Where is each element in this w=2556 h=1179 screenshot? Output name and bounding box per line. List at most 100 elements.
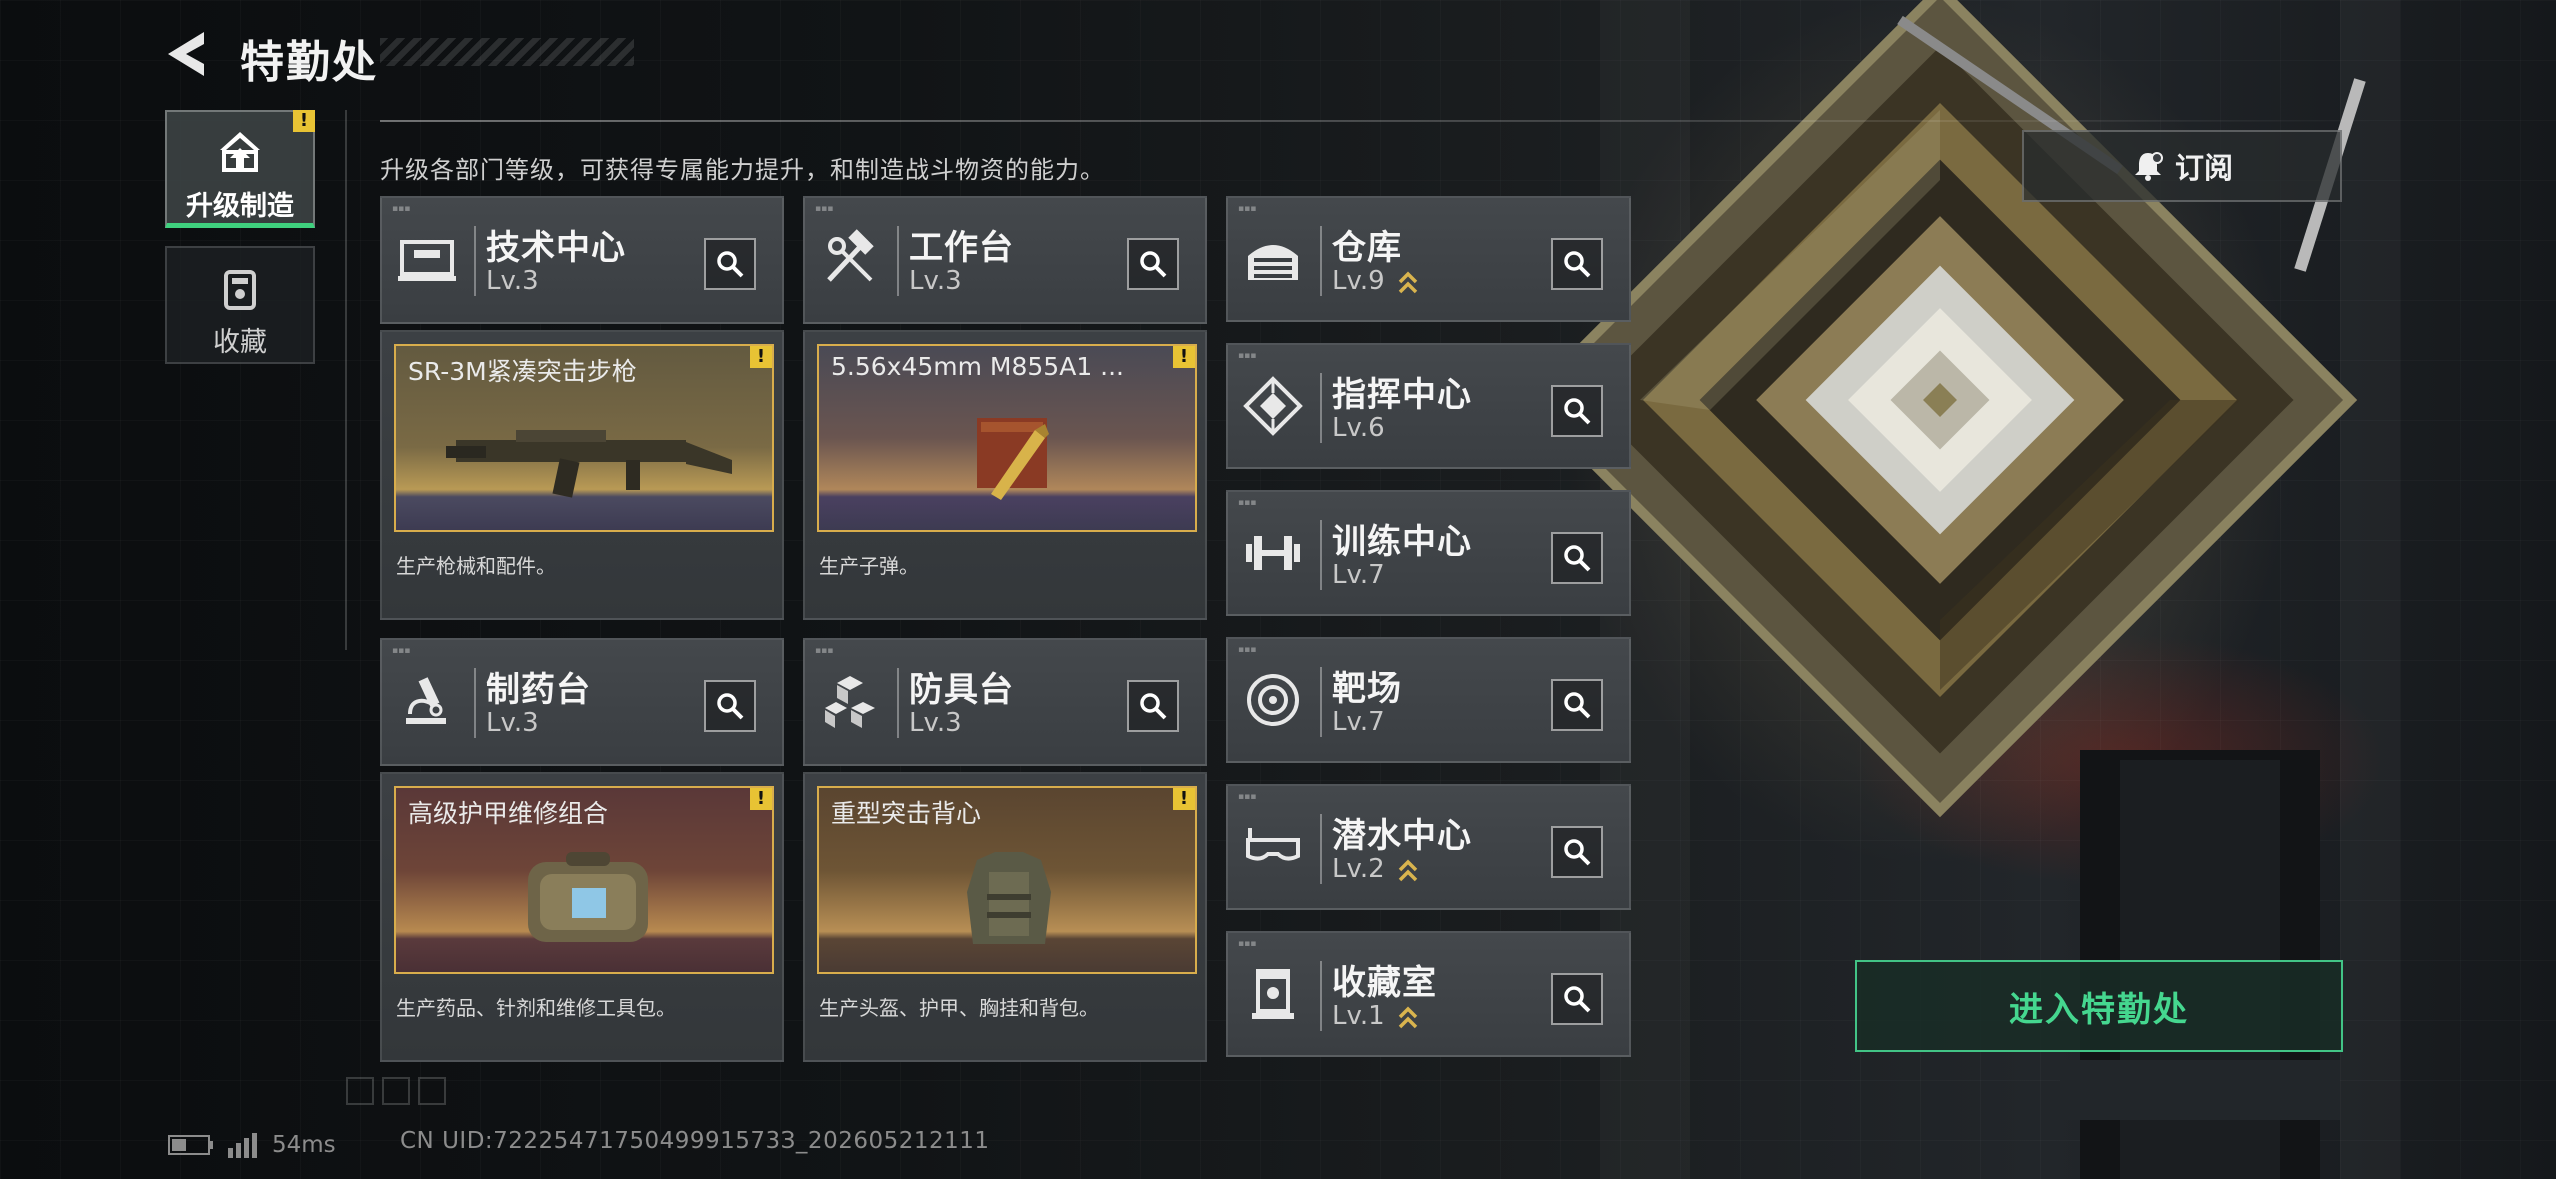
signal-icon <box>228 1133 257 1158</box>
search-button[interactable] <box>1127 238 1179 290</box>
production-panel-tech-center: SR-3M紧凑突击步枪 ! 生产枪械和配件。 <box>380 330 784 620</box>
facility-name: 训练中心 <box>1332 522 1472 562</box>
facility-level: Lv.2 <box>1332 854 1385 884</box>
facility-name: 工作台 <box>909 228 1014 268</box>
card-mark: ▪▪▪ <box>815 204 834 214</box>
card-divider <box>474 226 476 296</box>
facility-card-tech-center[interactable]: ▪▪▪ 技术中心 Lv.3 <box>380 196 784 324</box>
search-button[interactable] <box>1551 679 1603 731</box>
search-button[interactable] <box>1551 532 1603 584</box>
card-divider <box>897 226 899 296</box>
production-panel-pharmacy: 高级护甲维修组合 ! 生产药品、针剂和维修工具包。 <box>380 772 784 1062</box>
enter-special-ops-button[interactable]: 进入特勤处 <box>1855 960 2343 1052</box>
upgrade-icon <box>220 132 260 172</box>
card-mark: ▪▪▪ <box>1238 645 1257 655</box>
facility-level: Lv.7 <box>1332 560 1385 590</box>
facility-card-armor-bench[interactable]: ▪▪▪ 防具台 Lv.3 <box>803 638 1207 766</box>
card-mark: ▪▪▪ <box>392 204 411 214</box>
search-button[interactable] <box>1551 238 1603 290</box>
search-icon <box>1564 545 1591 572</box>
search-icon <box>1564 986 1591 1013</box>
card-divider <box>1320 226 1322 296</box>
warehouse-icon <box>1248 245 1298 280</box>
page-description: 升级各部门等级，可获得专属能力提升，和制造战斗物资的能力。 <box>380 156 1105 184</box>
facility-card-collection-room[interactable]: ▪▪▪ 收藏室 Lv.1 <box>1226 931 1631 1057</box>
production-item-tech-center[interactable]: SR-3M紧凑突击步枪 ! <box>394 344 774 532</box>
search-icon <box>1564 398 1591 425</box>
facility-level: Lv.6 <box>1332 413 1385 443</box>
search-button[interactable] <box>1127 680 1179 732</box>
production-description: 生产药品、针剂和维修工具包。 <box>396 996 676 1020</box>
facility-card-training-center[interactable]: ▪▪▪ 训练中心 Lv.7 <box>1226 490 1631 616</box>
search-button[interactable] <box>1551 973 1603 1025</box>
tab-upgrade-craft[interactable]: 升级制造 ! <box>165 110 315 228</box>
subscribe-label: 订阅 <box>2174 151 2233 185</box>
armor-blocks-icon <box>825 676 875 728</box>
ammo-box-image <box>977 418 1049 500</box>
production-item-armor-bench[interactable]: 重型突击背心 ! <box>817 786 1197 974</box>
production-alert-badge: ! <box>1173 346 1195 368</box>
production-panel-armor-bench: 重型突击背心 ! 生产头盔、护甲、胸挂和背包。 <box>803 772 1207 1062</box>
facility-name: 靶场 <box>1332 669 1402 709</box>
facility-level: Lv.3 <box>909 266 962 296</box>
production-description: 生产枪械和配件。 <box>396 554 556 578</box>
production-item-name: 高级护甲维修组合 <box>408 799 609 828</box>
facility-name: 防具台 <box>909 670 1014 710</box>
microscope-icon <box>406 677 446 724</box>
facility-level: Lv.1 <box>1332 1001 1385 1031</box>
production-panel-workbench: 5.56x45mm M855A1 ... ! 生产子弹。 <box>803 330 1207 620</box>
back-button[interactable] <box>160 26 220 82</box>
rifle-image <box>446 430 732 498</box>
production-item-name: 重型突击背心 <box>831 799 982 828</box>
facility-card-diving-center[interactable]: ▪▪▪ 潜水中心 Lv.2 <box>1226 784 1631 910</box>
search-button[interactable] <box>1551 826 1603 878</box>
command-center-icon <box>1243 376 1303 436</box>
upgrade-arrows-icon <box>1398 271 1418 294</box>
target-icon <box>1247 674 1299 726</box>
production-item-workbench[interactable]: 5.56x45mm M855A1 ... ! <box>817 344 1197 532</box>
vest-image <box>967 852 1051 944</box>
facility-name: 收藏室 <box>1332 963 1437 1003</box>
hammer-wrench-icon <box>827 229 874 282</box>
card-mark: ▪▪▪ <box>1238 939 1257 949</box>
tab-collection[interactable]: 收藏 <box>165 246 315 364</box>
facility-card-pharmacy[interactable]: ▪▪▪ 制药台 Lv.3 <box>380 638 784 766</box>
search-button[interactable] <box>704 238 756 290</box>
search-icon <box>717 251 744 278</box>
card-mark: ▪▪▪ <box>1238 792 1257 802</box>
production-alert-badge: ! <box>750 346 772 368</box>
facility-level: Lv.9 <box>1332 266 1385 296</box>
facility-name: 潜水中心 <box>1332 816 1472 856</box>
card-divider <box>1320 961 1322 1031</box>
facility-level: Lv.3 <box>486 266 539 296</box>
card-divider <box>897 668 899 738</box>
subscribe-button[interactable]: 订阅 <box>2022 130 2342 202</box>
tech-center-icon <box>398 240 456 281</box>
ping-value: 54ms <box>272 1132 336 1158</box>
facility-card-shooting-range[interactable]: ▪▪▪ 靶场 Lv.7 <box>1226 637 1631 763</box>
facility-card-warehouse[interactable]: ▪▪▪ 仓库 Lv.9 <box>1226 196 1631 322</box>
facility-name: 技术中心 <box>486 228 626 268</box>
search-icon <box>1564 839 1591 866</box>
search-icon <box>1140 251 1167 278</box>
facility-card-workbench[interactable]: ▪▪▪ 工作台 Lv.3 <box>803 196 1207 324</box>
production-item-name: SR-3M紧凑突击步枪 <box>408 357 637 386</box>
facility-name: 仓库 <box>1332 228 1402 268</box>
card-mark: ▪▪▪ <box>392 646 411 656</box>
production-item-pharmacy[interactable]: 高级护甲维修组合 ! <box>394 786 774 974</box>
search-icon <box>1140 693 1167 720</box>
facility-name: 指挥中心 <box>1332 375 1472 415</box>
back-arrow-icon <box>168 32 204 76</box>
collection-icon <box>224 270 256 310</box>
facility-name: 制药台 <box>486 670 591 710</box>
title-decoration <box>380 38 634 66</box>
facility-level: Lv.3 <box>486 708 539 738</box>
production-alert-badge: ! <box>750 788 772 810</box>
search-button[interactable] <box>704 680 756 732</box>
card-divider <box>474 668 476 738</box>
enter-special-ops-label: 进入特勤处 <box>2009 989 2189 1030</box>
facility-card-command-center[interactable]: ▪▪▪ 指挥中心 Lv.6 <box>1226 343 1631 469</box>
search-icon <box>717 693 744 720</box>
production-item-name: 5.56x45mm M855A1 ... <box>831 352 1125 381</box>
search-button[interactable] <box>1551 385 1603 437</box>
